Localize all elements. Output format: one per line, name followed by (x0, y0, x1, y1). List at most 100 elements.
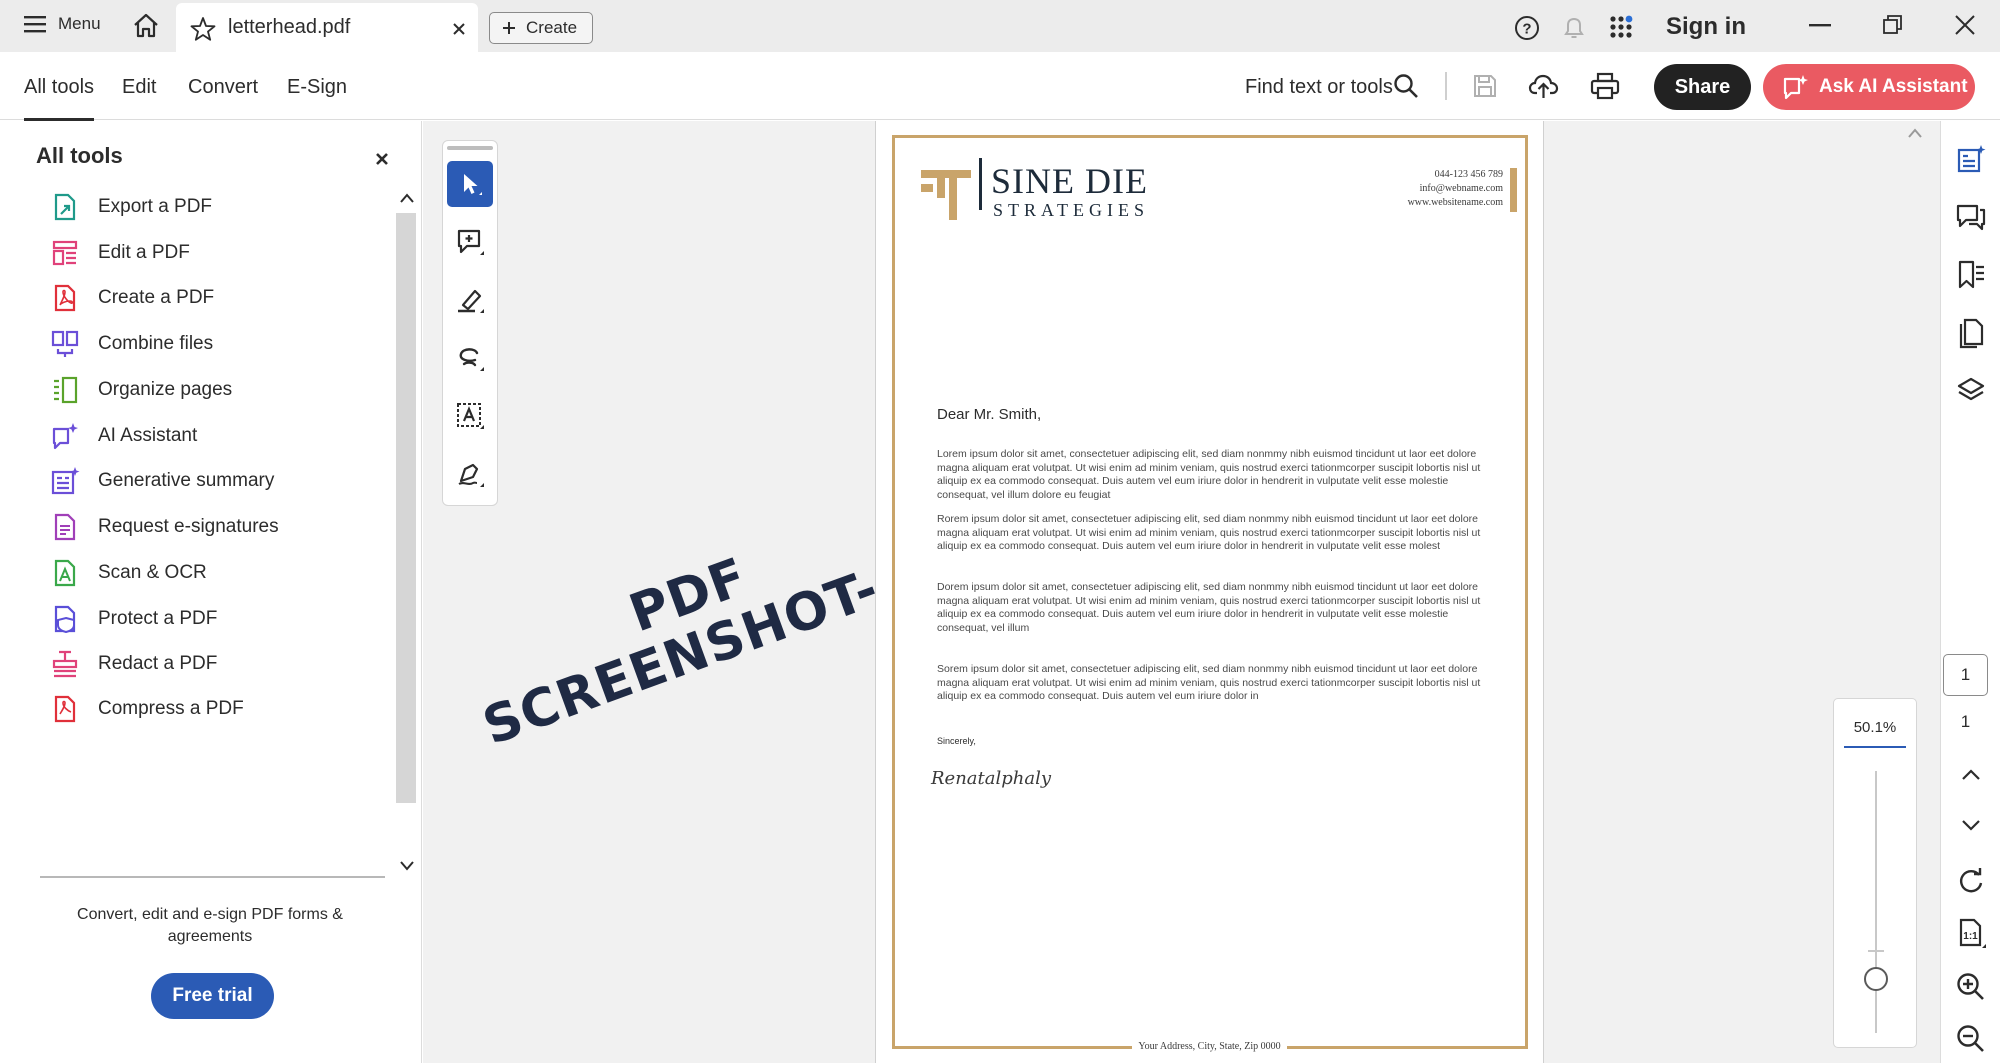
panel-title: All tools (36, 143, 123, 168)
main-toolbar: All tools Edit Convert E-Sign Find text … (0, 52, 2000, 121)
pdf-page: SINE DIE STRATEGIES 044-123 456 789 info… (875, 121, 1544, 1063)
actual-size-icon[interactable]: 1:1 (1955, 917, 1987, 949)
right-rail: 1:1 (1940, 121, 2000, 1063)
list-divider (40, 876, 385, 878)
tool-label: Request e-signatures (98, 516, 279, 537)
tab-e-sign[interactable]: E-Sign (287, 76, 347, 99)
apps-grid-icon[interactable] (1608, 14, 1636, 42)
zoom-slider-handle[interactable] (1864, 967, 1888, 991)
tools-bar-grip[interactable] (447, 146, 493, 150)
tool-create-pdf[interactable]: Create a PDF (50, 278, 214, 318)
tool-label: Redact a PDF (98, 653, 218, 674)
highlight-tool[interactable] (447, 277, 493, 323)
tool-request-esignatures[interactable]: Request e-signatures (50, 507, 279, 547)
restore-window-icon[interactable] (1882, 14, 1904, 36)
free-trial-button[interactable]: Free trial (151, 973, 274, 1019)
tool-label: Export a PDF (98, 196, 213, 217)
close-window-icon[interactable] (1954, 14, 1976, 36)
ask-ai-assistant-label: Ask AI Assistant (1819, 76, 1968, 97)
tool-export-pdf[interactable]: Export a PDF (50, 187, 212, 227)
star-icon[interactable] (190, 16, 216, 41)
search-icon[interactable] (1393, 73, 1419, 99)
scroll-down-arrow-icon[interactable] (400, 861, 414, 871)
print-icon[interactable] (1590, 72, 1620, 100)
tool-combine-files[interactable]: Combine files (50, 324, 213, 364)
canvas-scroll-up-icon[interactable] (1908, 128, 1922, 138)
close-tab-icon[interactable] (452, 22, 466, 36)
panel-scrollbar-thumb[interactable] (396, 213, 416, 803)
letterhead-frame: SINE DIE STRATEGIES 044-123 456 789 info… (892, 135, 1528, 1049)
draw-tool[interactable] (447, 335, 493, 381)
total-pages: 1 (1960, 712, 1971, 731)
sign-tool[interactable] (447, 451, 493, 497)
previous-page-icon[interactable] (1961, 767, 1993, 799)
combine-files-icon (51, 330, 79, 357)
close-panel-icon[interactable] (375, 152, 389, 166)
comments-icon[interactable] (1955, 201, 1987, 233)
tab-edit[interactable]: Edit (122, 76, 156, 99)
contact-block: 044-123 456 789 info@webname.com www.web… (1408, 168, 1503, 210)
tool-organize-pages[interactable]: Organize pages (50, 370, 232, 410)
tool-scan-ocr[interactable]: Scan & OCR (50, 553, 207, 593)
tool-edit-pdf[interactable]: Edit a PDF (50, 233, 190, 273)
zoom-out-icon[interactable] (1955, 1023, 1987, 1055)
ask-ai-assistant-button[interactable]: Ask AI Assistant (1763, 64, 1975, 110)
request-esignatures-icon (54, 513, 76, 541)
layers-icon[interactable] (1955, 375, 1987, 407)
generative-summary-icon (51, 467, 80, 495)
help-icon[interactable]: ? (1514, 15, 1540, 41)
tab-title: letterhead.pdf (228, 16, 351, 38)
tool-protect-pdf[interactable]: Protect a PDF (50, 599, 217, 639)
tool-label: Create a PDF (98, 287, 215, 308)
scroll-up-arrow-icon[interactable] (400, 193, 414, 203)
tab-convert[interactable]: Convert (188, 76, 258, 99)
body-paragraph: Rorem ipsum dolor sit amet, consectetuer… (937, 513, 1481, 552)
ai-assistant-icon (1783, 75, 1808, 100)
tab-all-tools[interactable]: All tools (24, 76, 95, 121)
home-button[interactable] (132, 12, 160, 38)
cursor-icon (464, 174, 482, 195)
freehand-draw-icon (459, 348, 484, 371)
page-thumbnails-icon[interactable] (1955, 317, 1987, 349)
minimize-icon[interactable] (1809, 24, 1831, 28)
tool-redact-pdf[interactable]: Redact a PDF (50, 644, 217, 684)
promo-text: Convert, edit and e-sign PDF forms & agr… (77, 906, 343, 945)
tool-ai-assistant[interactable]: AI Assistant (50, 416, 197, 456)
tool-generative-summary[interactable]: Generative summary (50, 461, 274, 501)
ai-assistant-tool-icon (52, 423, 78, 450)
save-icon[interactable] (1472, 73, 1498, 99)
salutation: Dear Mr. Smith, (937, 406, 1042, 423)
rotate-icon[interactable] (1955, 865, 1987, 897)
tool-label: Compress a PDF (98, 698, 244, 719)
hamburger-icon (24, 16, 46, 33)
menu-label: Menu (58, 14, 101, 33)
tool-label: AI Assistant (98, 425, 198, 446)
tool-compress-pdf[interactable]: Compress a PDF (50, 689, 244, 729)
title-bar: Menu letterhead.pdf Create ? Sign in (0, 0, 2000, 52)
document-tab[interactable]: letterhead.pdf (176, 3, 478, 52)
current-page-input[interactable]: 1 (1943, 654, 1988, 696)
tool-label: Edit a PDF (98, 242, 190, 263)
share-button[interactable]: Share (1654, 64, 1751, 110)
zoom-level[interactable]: 50.1% (1844, 719, 1906, 748)
redact-pdf-icon (52, 650, 78, 678)
next-page-icon[interactable] (1961, 819, 1993, 851)
add-comment-tool[interactable] (447, 219, 493, 265)
svg-text:1:1: 1:1 (1963, 931, 1978, 942)
zoom-slider-track[interactable] (1875, 771, 1877, 1033)
tool-label: Scan & OCR (98, 562, 207, 583)
compress-pdf-icon (54, 695, 76, 723)
menu-button[interactable]: Menu (24, 14, 101, 34)
cloud-upload-icon[interactable] (1528, 71, 1560, 101)
find-text-or-tools[interactable]: Find text or tools (1245, 76, 1393, 99)
text-recognition-tool[interactable] (447, 393, 493, 439)
select-tool[interactable] (447, 161, 493, 207)
create-button[interactable]: Create (489, 12, 593, 44)
select-text-icon (457, 403, 484, 429)
generative-summary-rail-icon[interactable] (1955, 143, 1987, 175)
add-comment-icon (457, 229, 484, 255)
sign-in-link[interactable]: Sign in (1666, 13, 1746, 41)
zoom-in-icon[interactable] (1955, 971, 1987, 1003)
notification-bell-icon[interactable] (1562, 14, 1586, 42)
bookmarks-icon[interactable] (1955, 259, 1987, 291)
